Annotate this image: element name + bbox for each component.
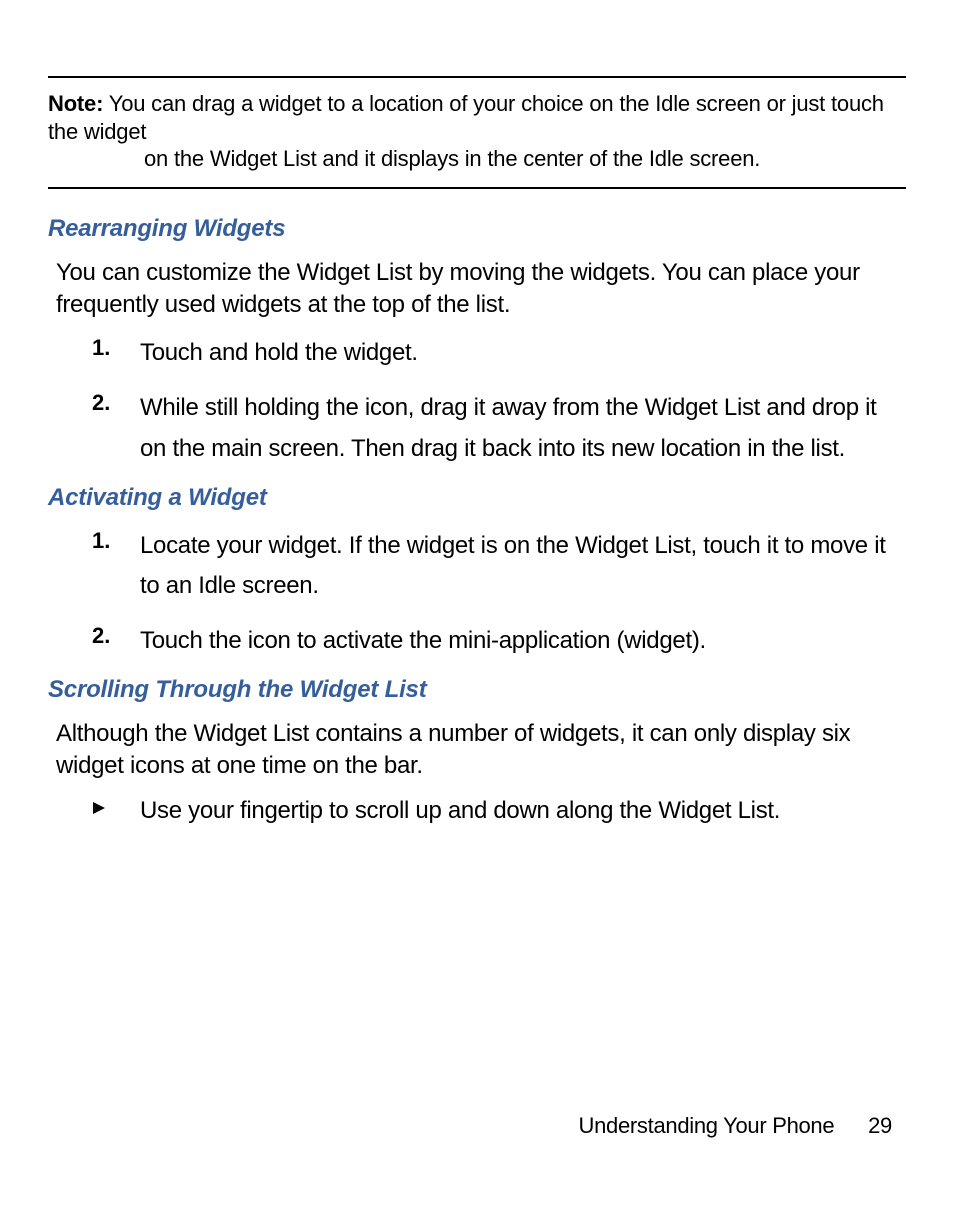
intro-scrolling: Although the Widget List contains a numb… (56, 718, 906, 783)
note-label: Note: (48, 91, 103, 116)
list-item: 1. Locate your widget. If the widget is … (92, 526, 906, 608)
footer-section-name: Understanding Your Phone (579, 1113, 835, 1138)
step-text: Locate your widget. If the widget is on … (140, 526, 906, 608)
footer-page-number: 29 (868, 1113, 892, 1138)
note-line-2: on the Widget List and it displays in th… (48, 145, 906, 173)
note-box: Note: You can drag a widget to a locatio… (48, 76, 906, 189)
step-number: 2. (92, 621, 140, 662)
bullets-scrolling: Use your fingertip to scroll up and down… (92, 795, 906, 827)
note-line-1: You can drag a widget to a location of y… (48, 91, 884, 144)
bullet-text: Use your fingertip to scroll up and down… (140, 795, 780, 827)
heading-scrolling: Scrolling Through the Widget List (48, 676, 906, 704)
list-item: 2. Touch the icon to activate the mini-a… (92, 621, 906, 662)
intro-rearranging: You can customize the Widget List by mov… (56, 257, 906, 322)
list-item: Use your fingertip to scroll up and down… (92, 795, 906, 827)
step-text: While still holding the icon, drag it aw… (140, 388, 906, 470)
step-number: 1. (92, 526, 140, 608)
step-number: 2. (92, 388, 140, 470)
triangle-bullet-icon (92, 795, 140, 827)
heading-activating: Activating a Widget (48, 484, 906, 512)
steps-activating: 1. Locate your widget. If the widget is … (92, 526, 906, 662)
list-item: 1. Touch and hold the widget. (92, 333, 906, 374)
step-text: Touch and hold the widget. (140, 333, 418, 374)
note-text: Note: You can drag a widget to a locatio… (48, 90, 906, 173)
heading-rearranging: Rearranging Widgets (48, 215, 906, 243)
steps-rearranging: 1. Touch and hold the widget. 2. While s… (92, 333, 906, 469)
step-text: Touch the icon to activate the mini-appl… (140, 621, 706, 662)
step-number: 1. (92, 333, 140, 374)
list-item: 2. While still holding the icon, drag it… (92, 388, 906, 470)
page-footer: Understanding Your Phone 29 (579, 1113, 892, 1139)
